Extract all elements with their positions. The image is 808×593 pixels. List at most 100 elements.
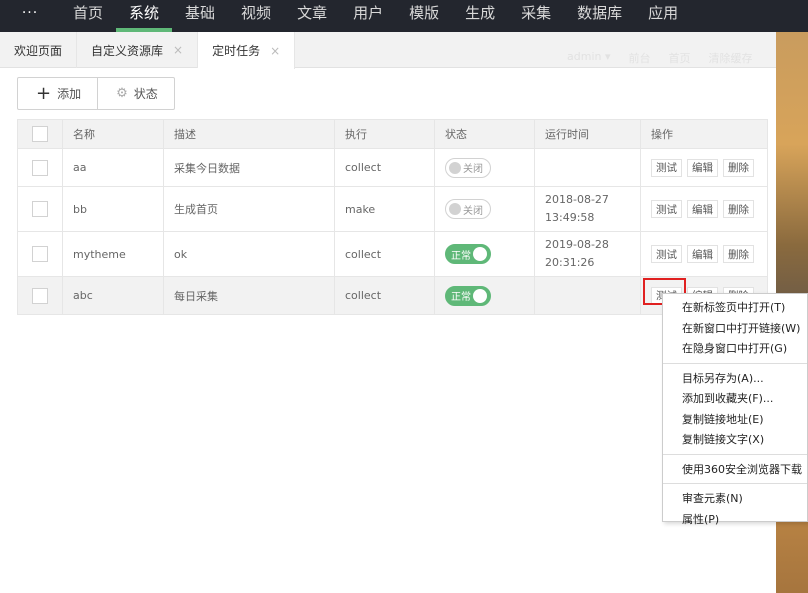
add-button-label: 添加 — [57, 87, 82, 101]
delete-button[interactable]: 删除 — [723, 200, 754, 218]
cell-name: bb — [62, 186, 164, 232]
context-menu-item[interactable]: 复制链接地址(E) — [663, 409, 807, 430]
toolbar: + 添加 ⚙ 状态 — [17, 77, 175, 110]
cell-status: 关闭 — [434, 148, 535, 187]
cell-name: mytheme — [62, 231, 164, 277]
user-link[interactable]: 前台 — [628, 50, 650, 66]
test-button[interactable]: 测试 — [651, 158, 682, 177]
context-menu-item[interactable]: 在新窗口中打开链接(W) — [663, 318, 807, 339]
cell-exec: collect — [334, 276, 435, 315]
context-menu-item[interactable]: 属性(P) — [663, 509, 807, 530]
context-menu-item[interactable]: 添加到收藏夹(F)... — [663, 388, 807, 409]
tab-scheduled-tasks[interactable]: 定时任务 × — [198, 32, 296, 69]
delete-button[interactable]: 删除 — [723, 158, 754, 177]
edit-button[interactable]: 编辑 — [687, 158, 718, 177]
header-actions: 操作 — [640, 119, 768, 149]
tab-label: 自定义资源库 — [91, 43, 164, 58]
cell-actions: 测试编辑删除 — [640, 148, 768, 187]
nav-item[interactable]: 生成 — [452, 0, 508, 32]
run-time: 20:31:26 — [545, 256, 595, 269]
nav-item[interactable]: 文章 — [284, 0, 340, 32]
status-toggle[interactable]: 关闭 — [445, 157, 491, 178]
context-menu-item[interactable]: 使用360安全浏览器下载 — [663, 459, 807, 480]
status-button[interactable]: ⚙ 状态 — [97, 78, 174, 109]
nav-item[interactable]: 数据库 — [564, 0, 635, 32]
close-icon[interactable]: × — [270, 44, 280, 58]
edit-button[interactable]: 编辑 — [687, 245, 718, 263]
add-button[interactable]: + 添加 — [18, 78, 97, 109]
context-menu-item[interactable]: 在新标签页中打开(T) — [663, 297, 807, 318]
cell-run-time: 2019-08-28 20:31:26 — [534, 231, 641, 277]
user-name[interactable]: admin ▾ — [567, 50, 610, 66]
more-menu-icon[interactable]: ··· — [0, 0, 60, 32]
row-checkbox[interactable] — [32, 201, 48, 217]
nav-item[interactable]: 视频 — [228, 0, 284, 32]
context-menu: 在新标签页中打开(T) 在新窗口中打开链接(W) 在隐身窗口中打开(G) 目标另存为(… — [662, 293, 808, 526]
nav-item[interactable]: 应用 — [635, 0, 691, 32]
cell-status: 正常 — [434, 231, 535, 277]
select-all-cell — [17, 119, 63, 149]
status-toggle[interactable]: 正常 — [445, 244, 491, 264]
cell-actions: 测试编辑删除 — [640, 186, 768, 232]
table-row[interactable]: bb 生成首页 make 关闭 2018-08-27 13:49:58 测试 编辑 删除 — [17, 186, 768, 232]
cell-exec: collect — [334, 148, 435, 187]
cell-desc: 生成首页 — [163, 186, 335, 232]
table-row[interactable]: aa 采集今日数据 collect 关闭 测试 编辑 删除 — [17, 148, 768, 187]
context-menu-item[interactable]: 审查元素(N) — [663, 488, 807, 509]
header-status: 状态 — [434, 119, 535, 149]
tab-welcome[interactable]: 欢迎页面 — [0, 32, 78, 68]
run-time: 13:49:58 — [545, 211, 595, 224]
context-menu-item[interactable]: 复制链接文字(X) — [663, 429, 807, 450]
select-all-checkbox[interactable] — [32, 126, 48, 142]
cell-exec: make — [334, 186, 435, 232]
cell-status: 关闭 — [434, 186, 535, 232]
tab-label: 定时任务 — [212, 44, 261, 58]
close-icon[interactable]: × — [173, 43, 183, 57]
tab-custom-resource[interactable]: 自定义资源库 × — [77, 32, 199, 68]
context-menu-item[interactable]: 目标另存为(A)... — [663, 368, 807, 389]
menu-separator — [663, 362, 807, 364]
cell-exec: collect — [334, 231, 435, 277]
user-link[interactable]: 清除缓存 — [708, 50, 752, 66]
context-menu-item[interactable]: 在隐身窗口中打开(G) — [663, 338, 807, 359]
nav-item[interactable]: 系统 — [116, 0, 173, 32]
plus-icon: + — [36, 82, 52, 104]
nav-item[interactable]: 采集 — [508, 0, 564, 32]
nav-item[interactable]: 基础 — [172, 0, 228, 32]
run-date: 2019-08-28 — [545, 238, 609, 251]
test-button[interactable]: 测试 — [651, 245, 682, 263]
nav-item[interactable]: 首页 — [60, 0, 116, 32]
row-select-cell — [17, 231, 63, 277]
cell-status: 正常 — [434, 276, 535, 315]
status-toggle[interactable]: 正常 — [445, 285, 491, 306]
run-date: 2018-08-27 — [545, 193, 609, 206]
row-select-cell — [17, 186, 63, 232]
nav-item[interactable]: 模版 — [396, 0, 452, 32]
table-row[interactable]: mytheme ok collect 正常 2019-08-28 20:31:26 测试 编辑… — [17, 231, 768, 277]
delete-button[interactable]: 删除 — [723, 245, 754, 263]
status-button-label: 状态 — [133, 87, 158, 101]
user-bar-faint: admin ▾ 前台 首页 清除缓存 — [567, 50, 752, 66]
cell-name: abc — [62, 276, 164, 315]
header-desc: 描述 — [163, 119, 335, 149]
nav-item[interactable]: 用户 — [340, 0, 396, 32]
top-nav: ··· 首页 系统 基础 视频 文章 用户 模版 生成 采集 数据库 应用 — [0, 0, 808, 32]
header-name: 名称 — [62, 119, 164, 149]
test-button[interactable]: 测试 — [651, 200, 682, 218]
cell-name: aa — [62, 148, 164, 187]
header-run-time: 运行时间 — [534, 119, 641, 149]
tab-label: 欢迎页面 — [14, 43, 63, 58]
edit-button[interactable]: 编辑 — [687, 200, 718, 218]
row-select-cell — [17, 148, 63, 187]
cell-desc: 采集今日数据 — [163, 148, 335, 187]
cell-run-time — [534, 276, 641, 315]
cell-desc: ok — [163, 231, 335, 277]
user-link[interactable]: 首页 — [668, 50, 690, 66]
menu-separator — [663, 453, 807, 455]
row-checkbox[interactable] — [32, 287, 48, 304]
menu-separator — [663, 483, 807, 484]
row-checkbox[interactable] — [32, 246, 48, 262]
status-toggle[interactable]: 关闭 — [445, 199, 491, 219]
cell-desc: 每日采集 — [163, 276, 335, 315]
row-checkbox[interactable] — [32, 159, 48, 176]
